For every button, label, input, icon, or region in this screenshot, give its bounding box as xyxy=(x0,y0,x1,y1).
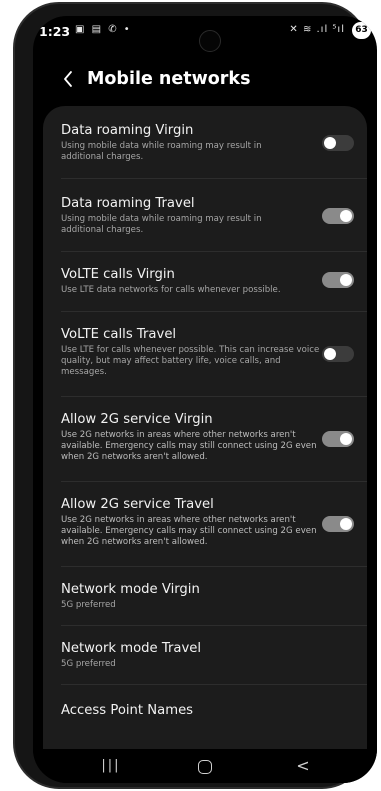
setting-subtitle: 5G preferred xyxy=(61,659,116,669)
setting-title: Access Point Names xyxy=(61,703,194,718)
home-icon xyxy=(198,759,212,774)
setting-title: Data roaming Virgin xyxy=(61,123,194,138)
signal-icons: ✕ ≋ .ıl ⁵ıl xyxy=(289,24,345,35)
battery-icon: 63 xyxy=(352,22,371,39)
setting-text: VoLTE calls Virgin Use LTE data networks… xyxy=(61,266,326,296)
page-title: Mobile networks xyxy=(87,69,251,89)
setting-volte-calls-travel[interactable]: VoLTE calls Travel Use LTE for calls whe… xyxy=(43,312,367,396)
setting-title: VoLTE calls Travel xyxy=(61,327,177,342)
toggle-switch[interactable] xyxy=(322,516,354,532)
setting-subtitle: Using mobile data while roaming may resu… xyxy=(61,141,262,162)
setting-text: Data roaming Virgin Using mobile data wh… xyxy=(61,122,306,163)
toggle-knob xyxy=(340,518,352,530)
chevron-left-icon xyxy=(64,71,72,87)
toggle-switch[interactable] xyxy=(322,135,354,151)
front-camera-icon xyxy=(199,30,221,52)
toggle-switch[interactable] xyxy=(322,346,354,362)
toggle-knob xyxy=(324,348,336,360)
notification-icons: ▣ ▤ ✆ • xyxy=(75,24,132,35)
setting-allow-2g-travel[interactable]: Allow 2G service Travel Use 2G networks … xyxy=(43,482,367,566)
toggle-switch[interactable] xyxy=(322,272,354,288)
recents-button[interactable]: ||| xyxy=(91,755,131,779)
toggle-knob xyxy=(340,274,352,286)
setting-network-mode-virgin[interactable]: Network mode Virgin 5G preferred xyxy=(43,567,367,625)
setting-network-mode-travel[interactable]: Network mode Travel 5G preferred xyxy=(43,626,367,684)
setting-title: Network mode Virgin xyxy=(61,582,200,597)
setting-text: Data roaming Travel Using mobile data wh… xyxy=(61,195,306,236)
status-time: 1:23 xyxy=(39,24,71,39)
status-bar: 1:23 ▣ ▤ ✆ • ✕ ≋ .ıl ⁵ıl 63 xyxy=(33,16,377,52)
back-button[interactable] xyxy=(55,66,81,92)
setting-title: Data roaming Travel xyxy=(61,196,195,211)
setting-volte-calls-virgin[interactable]: VoLTE calls Virgin Use LTE data networks… xyxy=(43,252,367,311)
toggle-switch[interactable] xyxy=(322,208,354,224)
setting-text: Network mode Travel 5G preferred xyxy=(61,640,326,670)
system-back-button[interactable]: < xyxy=(283,755,323,779)
setting-subtitle: Using mobile data while roaming may resu… xyxy=(61,214,262,235)
navigation-bar: ||| < xyxy=(33,749,377,783)
setting-subtitle: Use LTE for calls whenever possible. Thi… xyxy=(61,345,320,377)
app-bar: Mobile networks xyxy=(33,64,377,96)
toggle-knob xyxy=(340,433,352,445)
toggle-knob xyxy=(340,210,352,222)
setting-subtitle: Use 2G networks in areas where other net… xyxy=(61,515,317,547)
toggle-switch[interactable] xyxy=(322,431,354,447)
setting-title: Allow 2G service Travel xyxy=(61,497,214,512)
setting-text: Allow 2G service Travel Use 2G networks … xyxy=(61,496,326,548)
setting-access-point-names[interactable]: Access Point Names xyxy=(43,685,367,737)
setting-title: Network mode Travel xyxy=(61,641,202,656)
setting-allow-2g-virgin[interactable]: Allow 2G service Virgin Use 2G networks … xyxy=(43,397,367,481)
phone-frame: 1:23 ▣ ▤ ✆ • ✕ ≋ .ıl ⁵ıl 63 Mobile netwo… xyxy=(13,2,377,789)
setting-subtitle: Use 2G networks in areas where other net… xyxy=(61,430,317,462)
setting-text: Access Point Names xyxy=(61,702,326,719)
setting-data-roaming-travel[interactable]: Data roaming Travel Using mobile data wh… xyxy=(43,179,367,251)
screen: 1:23 ▣ ▤ ✆ • ✕ ≋ .ıl ⁵ıl 63 Mobile netwo… xyxy=(33,16,377,783)
setting-title: Allow 2G service Virgin xyxy=(61,412,213,427)
setting-subtitle: Use LTE data networks for calls whenever… xyxy=(61,285,281,295)
setting-subtitle: 5G preferred xyxy=(61,600,116,610)
setting-text: VoLTE calls Travel Use LTE for calls whe… xyxy=(61,326,321,378)
setting-title: VoLTE calls Virgin xyxy=(61,267,175,282)
settings-card: Data roaming Virgin Using mobile data wh… xyxy=(43,106,367,776)
setting-data-roaming-virgin[interactable]: Data roaming Virgin Using mobile data wh… xyxy=(43,106,367,178)
setting-text: Allow 2G service Virgin Use 2G networks … xyxy=(61,411,326,463)
home-button[interactable] xyxy=(185,755,225,779)
setting-text: Network mode Virgin 5G preferred xyxy=(61,581,326,611)
toggle-knob xyxy=(324,137,336,149)
